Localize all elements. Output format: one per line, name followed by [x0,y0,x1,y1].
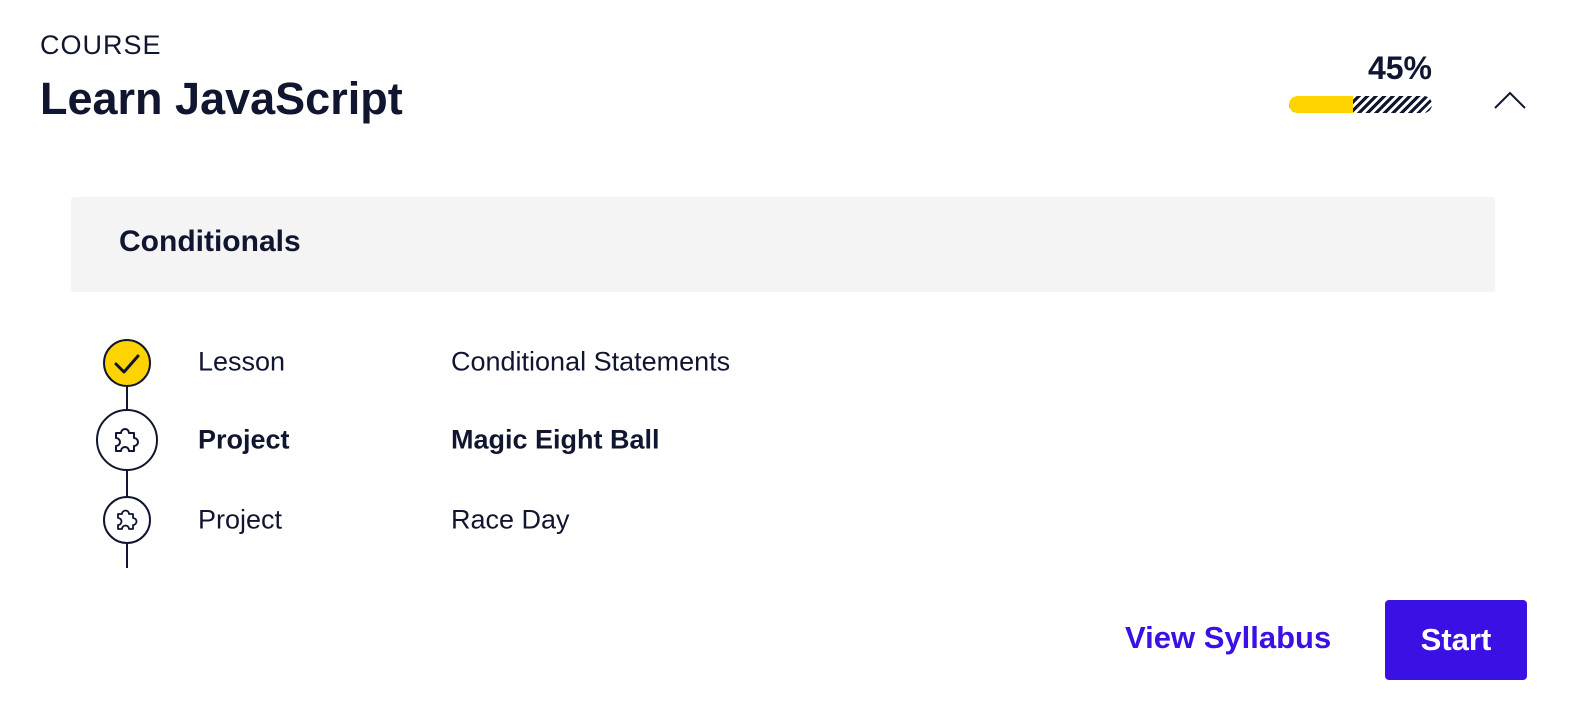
progress-percentage: 45% [1367,50,1432,86]
module-header: Conditionals [71,197,1495,292]
list-item[interactable]: Project Race Day [0,490,1000,550]
course-card: COURSE Learn JavaScript 45% Conditionals… [0,0,1586,728]
item-name[interactable]: Magic Eight Ball [451,426,660,454]
progress-bar-fill [1289,96,1354,113]
item-name[interactable]: Conditional Statements [451,348,730,376]
item-name[interactable]: Race Day [451,506,570,534]
start-button[interactable]: Start [1385,600,1527,680]
course-eyebrow: COURSE [40,30,162,60]
module-title: Conditionals [119,225,301,258]
chevron-up-icon [1494,91,1526,109]
item-type: Project [198,424,290,455]
item-type: Lesson [198,346,286,377]
puzzle-piece-icon [103,496,151,544]
view-syllabus-link[interactable]: View Syllabus [1125,622,1331,653]
puzzle-piece-icon [96,409,158,471]
checkmark-icon [103,339,151,387]
list-item[interactable]: Project Magic Eight Ball [0,409,1000,471]
course-title: Learn JavaScript [40,73,403,124]
progress-bar [1289,96,1432,113]
item-type: Project [198,504,283,535]
list-item[interactable]: Lesson Conditional Statements [0,332,1000,392]
collapse-button[interactable] [1488,84,1532,120]
